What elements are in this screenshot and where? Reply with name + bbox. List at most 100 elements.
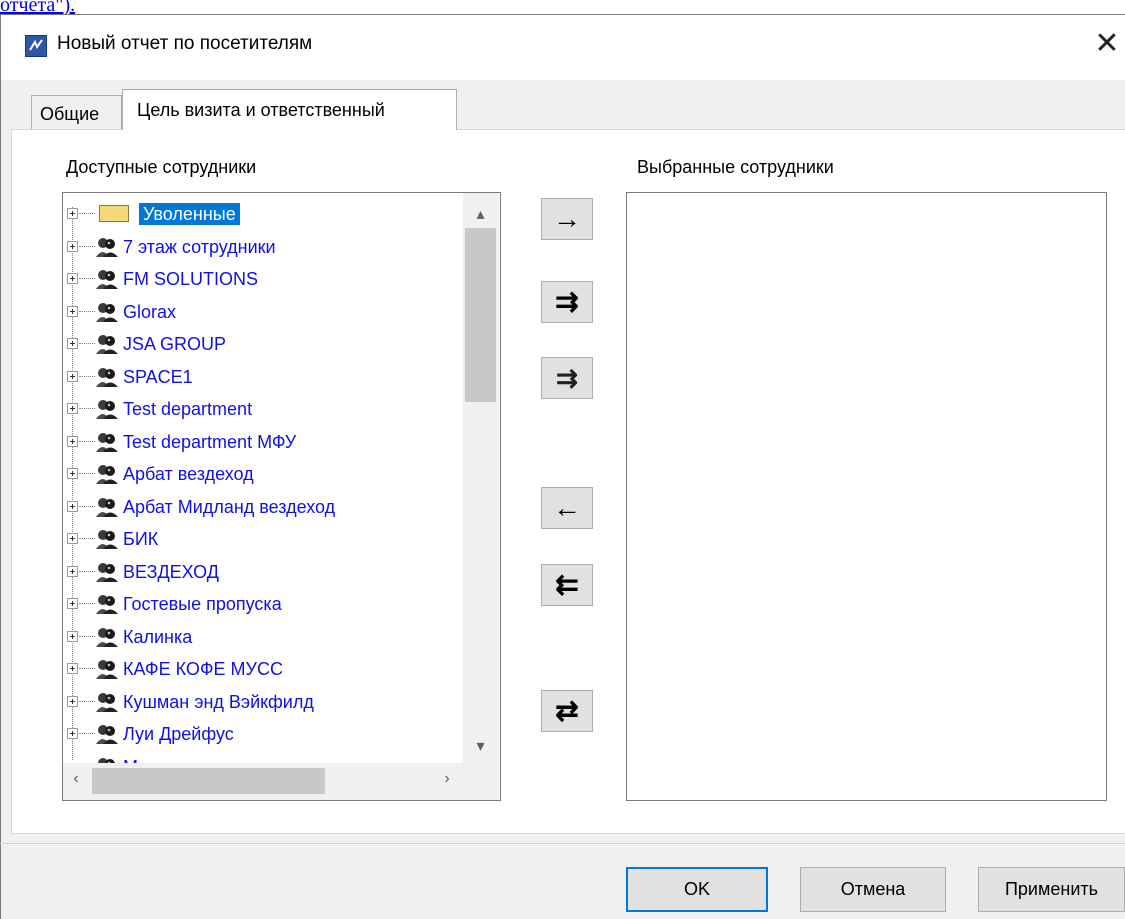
selected-employees-label: Выбранные сотрудники: [637, 157, 834, 177]
add-selected-button[interactable]: →: [541, 198, 593, 240]
tree-item[interactable]: Glorax: [63, 297, 463, 327]
people-group-icon: [95, 691, 119, 713]
expand-icon[interactable]: [67, 273, 78, 284]
app-icon: [25, 35, 47, 57]
expand-icon[interactable]: [67, 338, 78, 349]
people-group-icon: [95, 658, 119, 680]
scroll-up-icon[interactable]: ▴: [465, 204, 496, 224]
ok-button[interactable]: OK: [626, 867, 768, 912]
people-group-icon: [95, 366, 119, 388]
expand-icon[interactable]: [67, 435, 78, 447]
remove-all-button[interactable]: ⇇: [541, 564, 593, 606]
expand-icon[interactable]: [67, 565, 78, 577]
tree-item[interactable]: Test department: [63, 394, 463, 424]
tree-item-label: Glorax: [123, 301, 177, 322]
tree-item[interactable]: ВЕЗДЕХОД: [63, 557, 463, 587]
people-group-icon: [95, 431, 119, 453]
expand-icon[interactable]: [67, 533, 78, 544]
tree-item-label: КАФЕ КОФЕ МУСС: [123, 659, 283, 679]
expand-icon[interactable]: [67, 468, 78, 479]
add-branch-button[interactable]: ⇉: [541, 357, 593, 399]
tree-item[interactable]: Арбат вездеход: [63, 459, 463, 489]
tree-item[interactable]: SPACE1: [63, 362, 463, 392]
tree-branch-line: [79, 278, 95, 279]
tree-branch-line: [79, 603, 95, 604]
people-group-icon: [95, 593, 119, 615]
tree-item[interactable]: Луи Дрейфус: [63, 719, 463, 749]
available-employees-label: Доступные сотрудники: [66, 157, 257, 177]
apply-button[interactable]: Применить: [978, 867, 1125, 912]
expand-icon[interactable]: [67, 630, 78, 642]
people-group-icon: [95, 333, 119, 355]
expand-icon[interactable]: [67, 208, 78, 219]
scroll-right-icon[interactable]: ›: [437, 770, 457, 788]
tree-item[interactable]: JSA GROUP: [63, 329, 463, 359]
people-group-icon: [95, 561, 119, 583]
tree-item-label: ВЕЗДЕХОД: [123, 561, 219, 582]
tree-item-label: JSA GROUP: [123, 334, 227, 354]
people-group-icon: [95, 626, 119, 648]
scroll-corner: [463, 763, 499, 800]
tree-item[interactable]: Арбат Мидланд вездеход: [63, 492, 463, 522]
expand-icon[interactable]: [67, 500, 78, 512]
tree-item-label: 7 этаж сотрудники: [123, 236, 276, 257]
tab-general[interactable]: Общие: [31, 95, 122, 129]
tree-item[interactable]: Test department МФУ: [63, 427, 463, 457]
tree-item-label: Кушман энд Вэйкфилд: [123, 691, 314, 712]
expand-icon[interactable]: [67, 403, 78, 414]
expand-icon[interactable]: [67, 728, 78, 739]
tree-item[interactable]: КАФЕ КОФЕ МУСС: [63, 654, 463, 684]
scroll-thumb[interactable]: [465, 228, 496, 402]
tree-branch-line: [79, 440, 95, 442]
expand-icon[interactable]: [67, 695, 78, 707]
people-group-icon: [95, 268, 119, 290]
tree-item[interactable]: Кушман энд Вэйкфилд: [63, 687, 463, 717]
tree-branch-line: [79, 733, 95, 734]
tree-item-label: Арбат Мидланд вездеход: [123, 496, 336, 517]
add-all-button[interactable]: ⇉: [541, 281, 593, 323]
tree-branch-line: [79, 310, 95, 312]
tree-item[interactable]: 7 этаж сотрудники: [63, 232, 463, 262]
tree-branch-line: [79, 505, 95, 507]
horizontal-scroll-thumb[interactable]: [92, 768, 325, 794]
expand-icon[interactable]: [67, 240, 78, 252]
tree-branch-line: [79, 473, 95, 474]
swap-button[interactable]: ⇄: [541, 690, 593, 732]
people-group-icon: [95, 236, 119, 258]
remove-selected-button[interactable]: ←: [541, 487, 593, 529]
tree-branch-line: [79, 668, 95, 669]
tree-item-label: Test department МФУ: [123, 431, 297, 452]
tree-branch-line: [79, 570, 95, 572]
expand-icon[interactable]: [67, 598, 78, 609]
tab-visit-purpose[interactable]: Цель визита и ответственный: [122, 89, 457, 130]
people-group-icon: [95, 301, 119, 323]
tree-item-label: Гостевые пропуска: [123, 594, 282, 614]
tree-item[interactable]: Гостевые пропуска: [63, 589, 463, 619]
selected-employees-list[interactable]: [626, 192, 1107, 801]
tree-branch-line: [79, 343, 95, 344]
tree-item-label: Калинка: [123, 626, 193, 647]
expand-icon[interactable]: [67, 663, 78, 674]
tree-item[interactable]: FM SOLUTIONS: [63, 264, 463, 294]
scroll-down-icon[interactable]: ▾: [465, 736, 496, 756]
tree-branch-line: [79, 538, 95, 539]
scroll-left-icon[interactable]: ‹: [66, 770, 86, 788]
tree-item-label: Уволенные: [139, 203, 240, 225]
available-employees-tree[interactable]: Уволенные 7 этаж сотрудники FM SOLUTIONS Gl…: [62, 192, 501, 801]
close-icon[interactable]: ✕: [1092, 26, 1122, 62]
expand-icon[interactable]: [67, 370, 78, 382]
tree-branch-line: [79, 635, 95, 637]
tree-item[interactable]: Калинка: [63, 622, 463, 652]
tree-item[interactable]: Уволенные: [63, 199, 463, 229]
people-group-icon: [95, 528, 119, 550]
tree-branch-line: [79, 245, 95, 247]
tree-item[interactable]: БИК: [63, 524, 463, 554]
expand-icon[interactable]: [67, 305, 78, 317]
folder-icon: [99, 205, 129, 222]
tree-item-label: SPACE1: [123, 366, 193, 387]
people-group-icon: [95, 398, 119, 420]
tree-item-label: БИК: [123, 529, 159, 549]
tree-branch-line: [79, 213, 95, 214]
cancel-button[interactable]: Отмена: [800, 867, 946, 912]
window-title: Новый отчет по посетителям: [57, 33, 313, 54]
